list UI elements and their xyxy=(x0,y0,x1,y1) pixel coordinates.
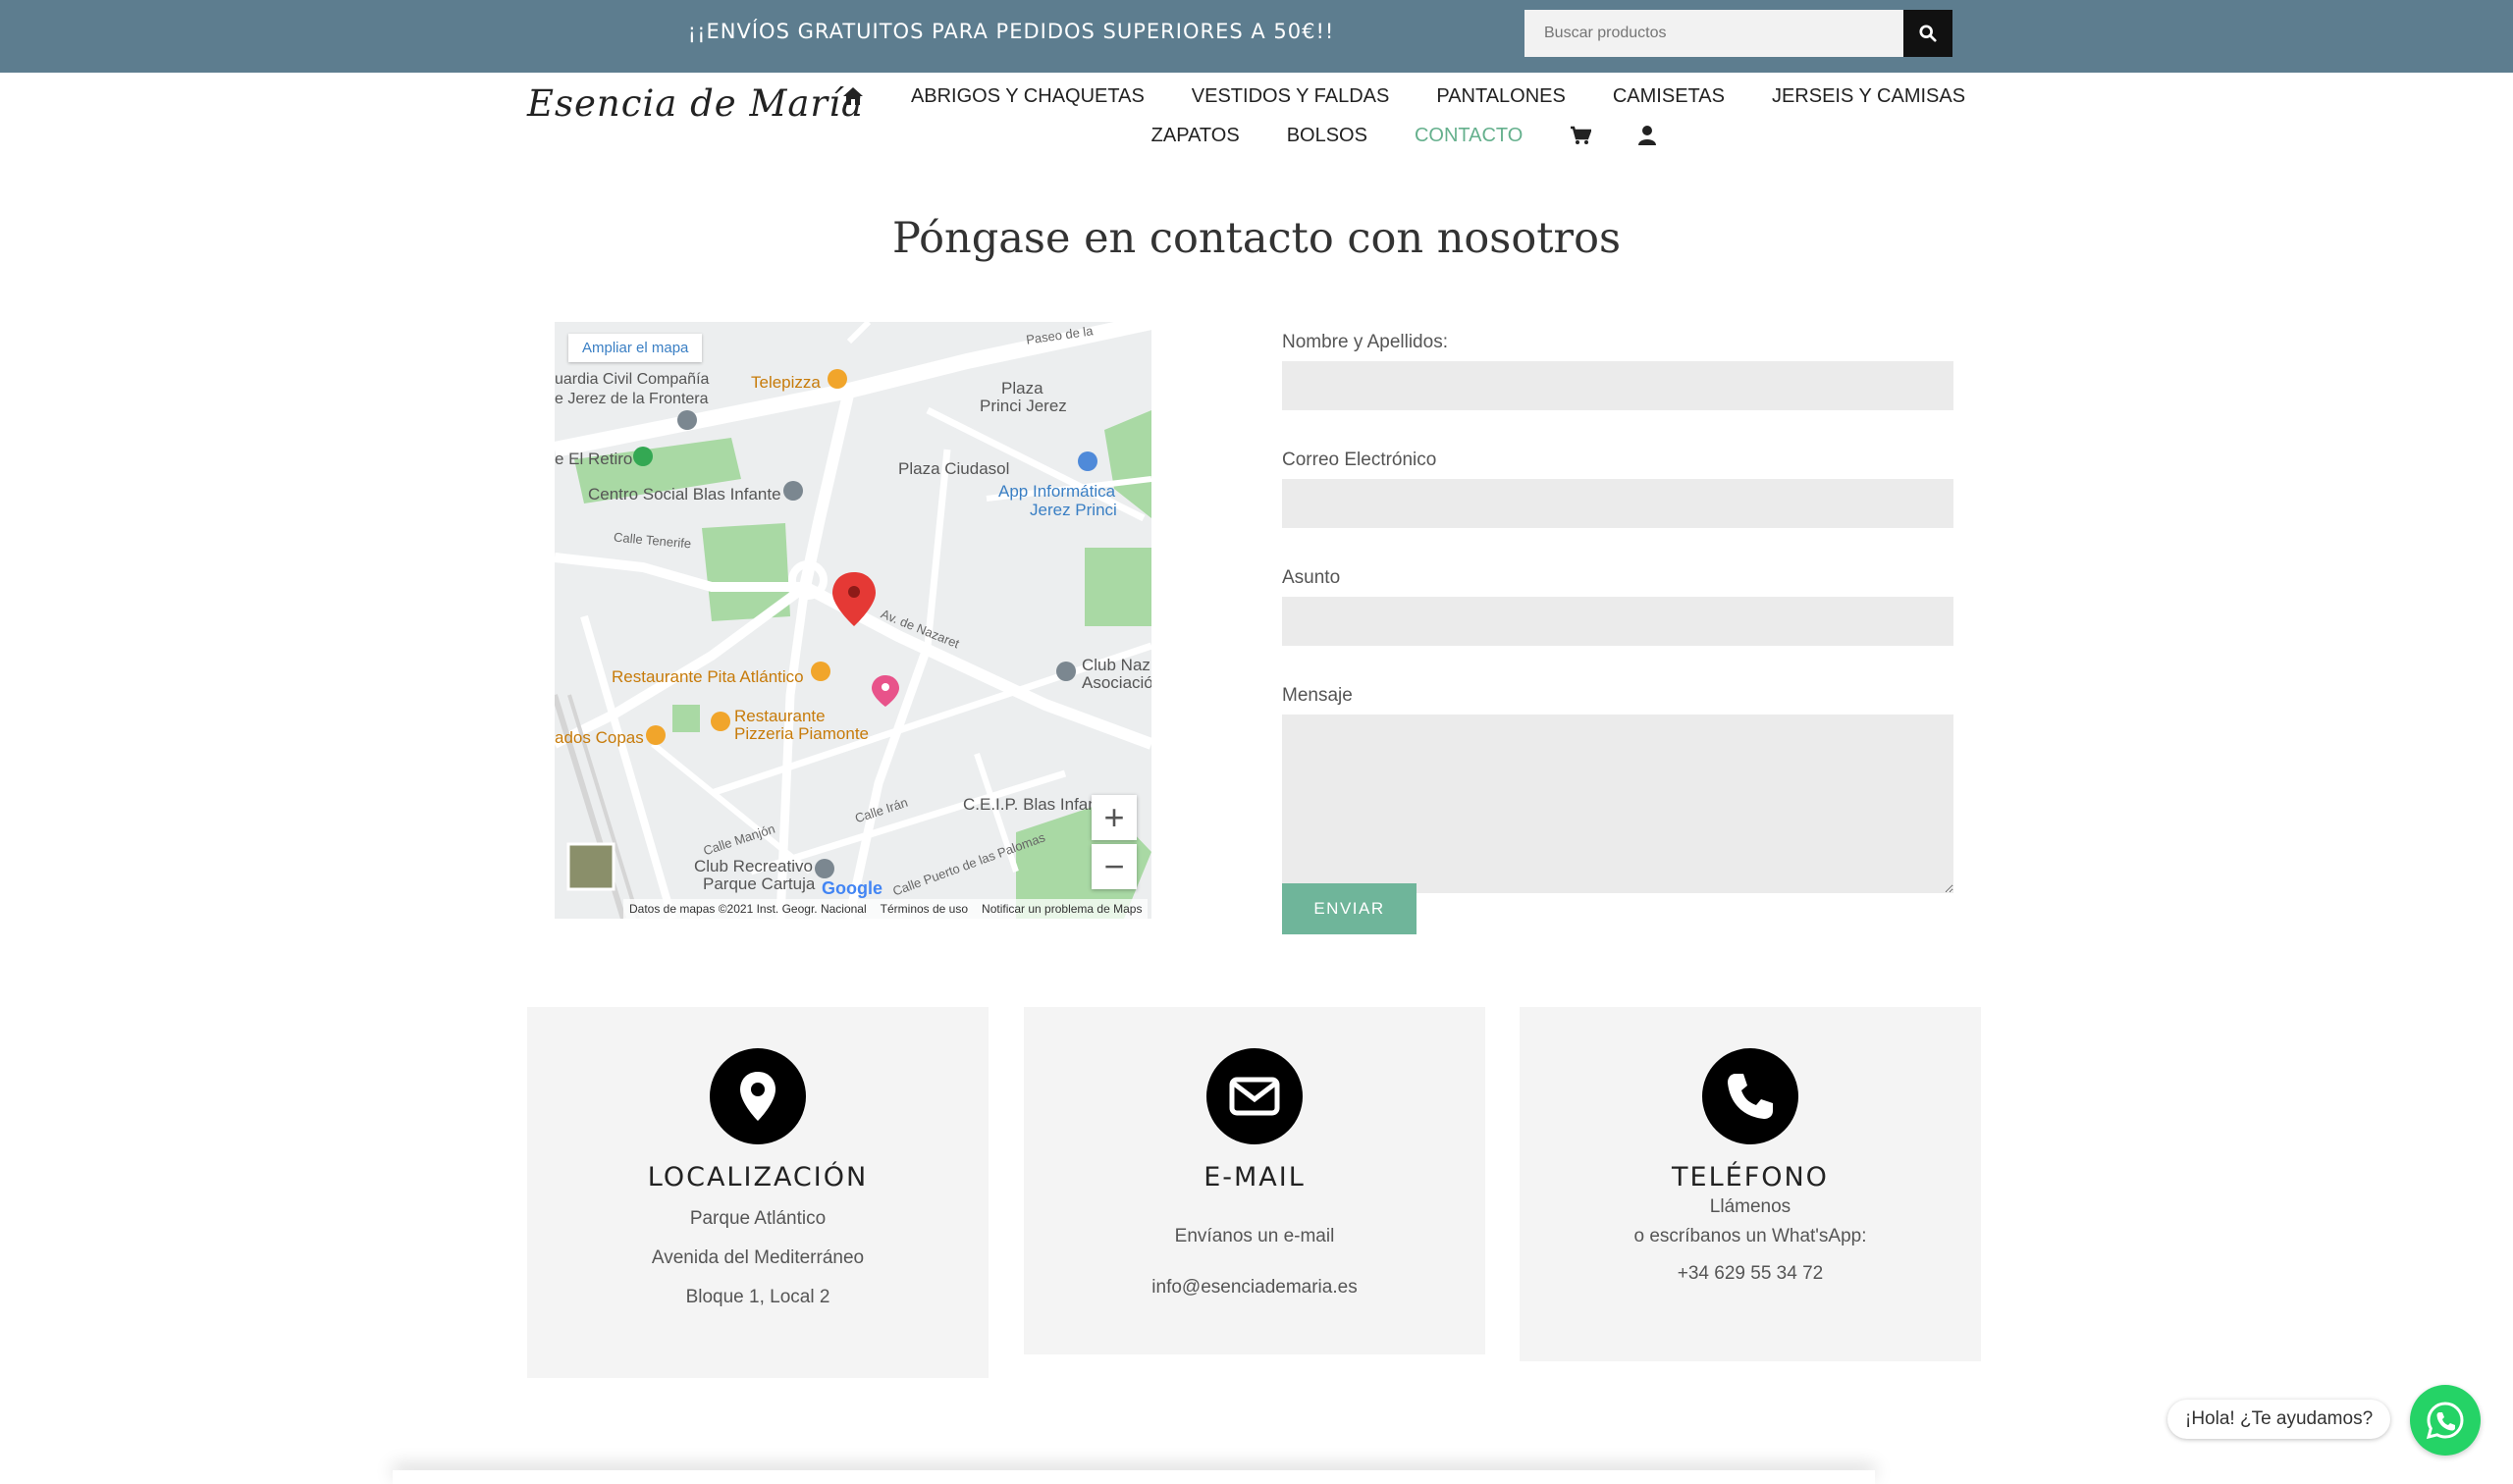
user-icon xyxy=(1638,126,1657,145)
phone-icon xyxy=(1702,1048,1798,1144)
map-label: Pizzeria Piamonte xyxy=(734,724,870,743)
map-label: Telepizza xyxy=(751,373,821,392)
cart-icon xyxy=(1571,126,1592,144)
map-footer: Datos de mapas ©2021 Inst. Geogr. Nacion… xyxy=(623,899,1149,919)
map-label: Restaurante xyxy=(734,707,826,725)
product-search xyxy=(1524,10,1952,57)
name-label: Nombre y Apellidos: xyxy=(1282,332,1448,352)
map-label: e Jerez de la Frontera xyxy=(555,391,709,407)
phone-line: o escríbanos un What'sApp: xyxy=(1633,1226,1867,1246)
email-title: E-MAIL xyxy=(1203,1162,1306,1192)
zoom-out-button[interactable]: − xyxy=(1092,844,1137,889)
search-button[interactable] xyxy=(1903,10,1952,57)
map-embed[interactable]: Ampliar el mapa uardia Civil Compañía e … xyxy=(555,322,1151,919)
nav-abrigos[interactable]: ABRIGOS Y CHAQUETAS xyxy=(887,85,1168,108)
map-label: Princi Jerez xyxy=(980,397,1067,415)
map-label: Plaza Ciudasol xyxy=(898,459,1010,478)
submit-button[interactable]: ENVIAR xyxy=(1282,883,1417,934)
map-label: Plaza xyxy=(1001,379,1043,398)
message-field[interactable] xyxy=(1282,715,1953,893)
footer-edge xyxy=(393,1470,1875,1484)
map-label: Asociació xyxy=(1082,673,1151,692)
search-icon xyxy=(1919,25,1937,42)
subject-field[interactable] xyxy=(1282,597,1953,646)
name-field[interactable] xyxy=(1282,361,1953,410)
nav-vestidos[interactable]: VESTIDOS Y FALDAS xyxy=(1168,85,1414,108)
email-address-link[interactable]: info@esenciademaria.es xyxy=(1024,1277,1485,1298)
nav-camisetas[interactable]: CAMISETAS xyxy=(1589,85,1748,108)
map-label: Jerez Princi xyxy=(1030,501,1117,519)
zoom-in-button[interactable]: + xyxy=(1092,795,1137,840)
google-logo: Google xyxy=(822,878,882,898)
location-line: Parque Atlántico xyxy=(689,1208,827,1229)
search-input[interactable] xyxy=(1524,10,1903,57)
message-label: Mensaje xyxy=(1282,685,1353,706)
promo-banner: ¡¡ENVÍOS GRATUITOS PARA PEDIDOS SUPERIOR… xyxy=(687,20,1335,43)
site-logo[interactable]: Esencia de María xyxy=(527,82,864,125)
contact-form: Nombre y Apellidos: Correo Electrónico A… xyxy=(1282,322,1953,898)
minus-icon: − xyxy=(1103,846,1125,886)
map-label: Centro Social Blas Infante xyxy=(588,485,781,504)
phone-card: TELÉFONO Llámenos o escríbanos un What's… xyxy=(1520,1007,1981,1361)
nav-contacto[interactable]: CONTACTO xyxy=(1391,125,1546,147)
map-label: Parque Cartuja xyxy=(703,874,816,893)
nav-pantalones[interactable]: PANTALONES xyxy=(1413,85,1589,108)
nav-account[interactable] xyxy=(1615,126,1680,145)
phone-title: TELÉFONO xyxy=(1672,1162,1829,1192)
nav-home[interactable] xyxy=(819,86,887,106)
nav-cart[interactable] xyxy=(1546,126,1615,145)
map-label: e El Retiro xyxy=(555,450,633,468)
map-label: C.E.I.P. Blas Infan xyxy=(963,795,1097,814)
location-pin-icon xyxy=(710,1048,806,1144)
nav-zapatos[interactable]: ZAPATOS xyxy=(1128,125,1263,147)
subject-label: Asunto xyxy=(1282,567,1341,588)
map-expand-link[interactable]: Ampliar el mapa xyxy=(568,334,703,362)
map-label: App Informática xyxy=(998,482,1116,501)
whatsapp-icon xyxy=(2426,1402,2464,1440)
map-report-link[interactable]: Notificar un problema de Maps xyxy=(982,902,1142,916)
envelope-icon xyxy=(1206,1048,1303,1144)
map-terms-link[interactable]: Términos de uso xyxy=(881,902,968,916)
location-title: LOCALIZACIÓN xyxy=(647,1162,869,1192)
location-line: Bloque 1, Local 2 xyxy=(685,1287,830,1307)
map-label: uardia Civil Compañía xyxy=(555,371,710,388)
main-nav: ABRIGOS Y CHAQUETAS VESTIDOS Y FALDAS PA… xyxy=(842,77,1965,155)
phone-number-link[interactable]: +34 629 55 34 72 xyxy=(1520,1263,1981,1285)
map-label: ados Copas xyxy=(555,728,644,747)
page-title: Póngase en contacto con nosotros xyxy=(891,214,1622,263)
whatsapp-bubble[interactable]: ¡Hola! ¿Te ayudamos? xyxy=(2167,1400,2391,1439)
location-line: Avenida del Mediterráneo xyxy=(651,1247,865,1268)
home-icon xyxy=(842,87,863,105)
phone-line: Llámenos xyxy=(1709,1196,1791,1217)
map-attribution: Datos de mapas ©2021 Inst. Geogr. Nacion… xyxy=(629,902,867,916)
email-field[interactable] xyxy=(1282,479,1953,528)
nav-bolsos[interactable]: BOLSOS xyxy=(1263,125,1391,147)
map-label: Restaurante Pita Atlántico xyxy=(612,667,804,686)
plus-icon: + xyxy=(1103,797,1125,837)
top-bar: ¡¡ENVÍOS GRATUITOS PARA PEDIDOS SUPERIOR… xyxy=(0,0,2513,73)
whatsapp-button[interactable] xyxy=(2410,1385,2481,1456)
location-card: LOCALIZACIÓN Parque Atlántico Avenida de… xyxy=(527,1007,989,1378)
email-card: E-MAIL Envíanos un e-mail info@esenciade… xyxy=(1024,1007,1485,1354)
email-line: Envíanos un e-mail xyxy=(1174,1226,1335,1246)
nav-jerseis[interactable]: JERSEIS Y CAMISAS xyxy=(1748,85,1989,108)
email-label: Correo Electrónico xyxy=(1282,450,1437,470)
map-label: Club Recreativo xyxy=(694,857,813,875)
map-label: Club Naz xyxy=(1082,656,1150,674)
